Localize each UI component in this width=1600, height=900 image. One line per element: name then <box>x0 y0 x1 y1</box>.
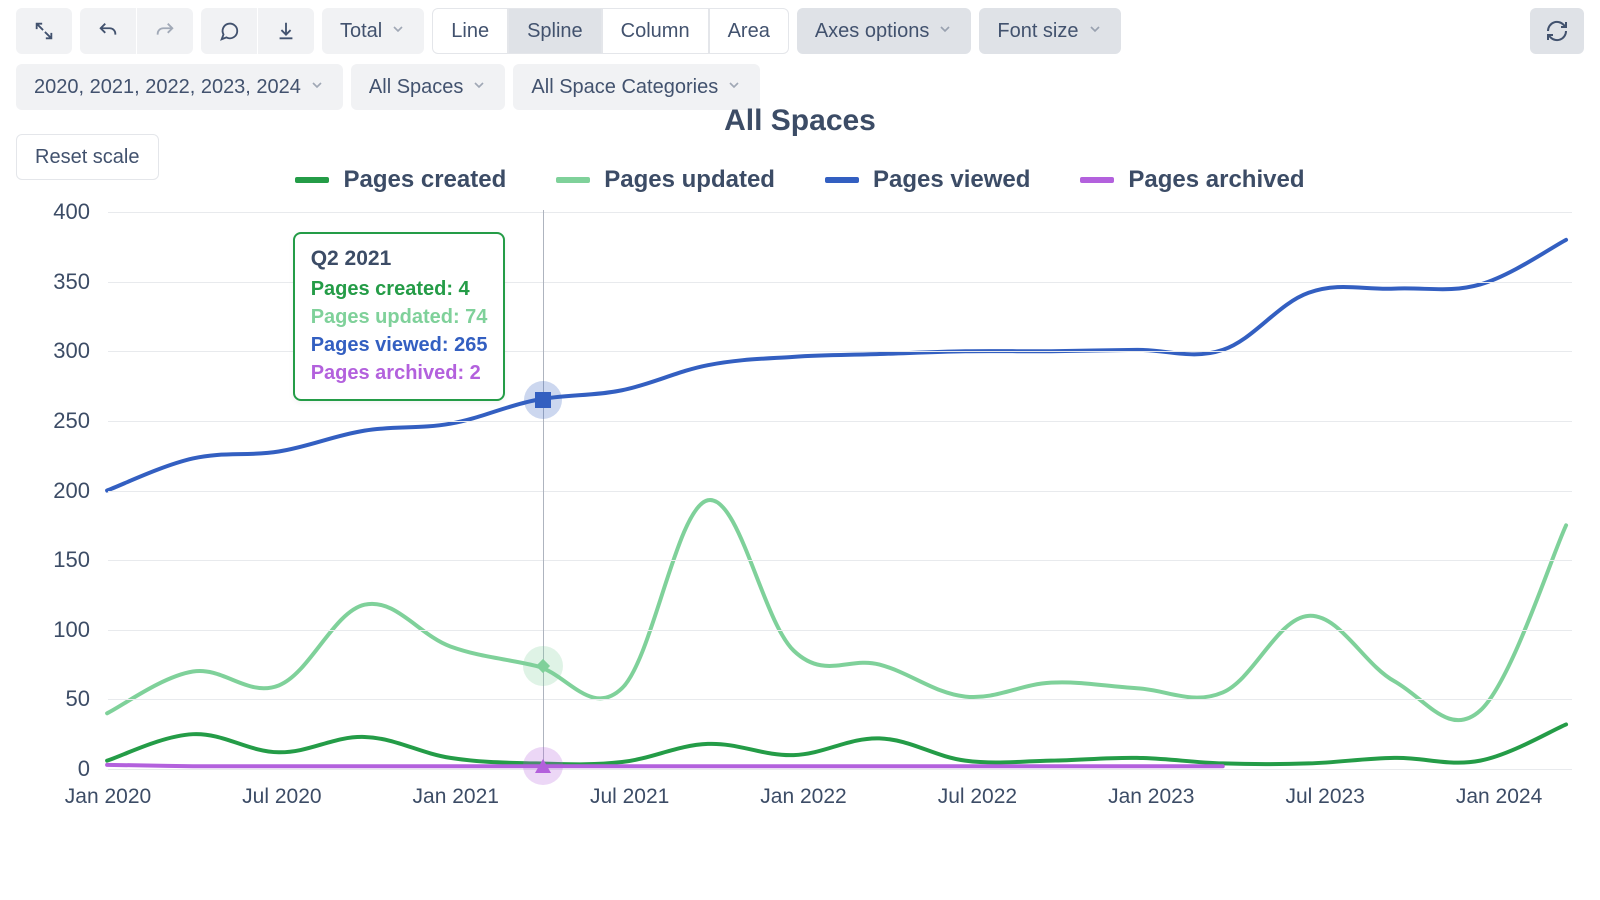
legend-label: Pages created <box>343 166 506 194</box>
comment-icon <box>218 20 240 42</box>
chart-svg <box>36 204 1572 809</box>
series-line <box>107 724 1566 764</box>
y-axis-tick: 200 <box>36 478 90 504</box>
legend-swatch <box>556 177 590 183</box>
x-axis-tick: Jan 2022 <box>760 785 846 809</box>
axes-options-dropdown[interactable]: Axes options <box>797 8 972 54</box>
categories-filter-label: All Space Categories <box>531 76 718 99</box>
legend-label: Pages updated <box>604 166 775 194</box>
y-axis-tick: 350 <box>36 269 90 295</box>
download-button[interactable] <box>258 8 314 54</box>
annotate-download-group <box>201 8 314 54</box>
legend-label: Pages viewed <box>873 166 1030 194</box>
font-size-label: Font size <box>997 20 1078 43</box>
gridline <box>108 491 1572 492</box>
chart-type-column[interactable]: Column <box>602 8 709 54</box>
undo-redo-group <box>80 8 193 54</box>
undo-icon <box>97 20 119 42</box>
toolbar-row-1: Total LineSplineColumnArea Axes options … <box>16 8 1584 54</box>
chart-type-segmented: LineSplineColumnArea <box>432 8 789 54</box>
chevron-down-icon <box>390 20 406 43</box>
expand-icon <box>33 20 55 42</box>
chevron-down-icon <box>471 76 487 99</box>
total-dropdown[interactable]: Total <box>322 8 424 54</box>
font-size-dropdown[interactable]: Font size <box>979 8 1120 54</box>
gridline <box>108 630 1572 631</box>
reset-scale-label: Reset scale <box>35 146 140 169</box>
plot-area[interactable]: 050100150200250300350400Jan 2020Jul 2020… <box>36 204 1572 809</box>
series-line <box>107 765 1223 767</box>
x-axis-tick: Jul 2023 <box>1285 785 1364 809</box>
chart-container: All Spaces Reset scale Pages createdPage… <box>16 104 1584 809</box>
tooltip-row: Pages archived: 2 <box>311 359 488 387</box>
fullscreen-button[interactable] <box>16 8 72 54</box>
tooltip-row: Pages viewed: 265 <box>311 331 488 359</box>
redo-icon <box>154 20 176 42</box>
gridline <box>108 560 1572 561</box>
x-axis-tick: Jan 2023 <box>1108 785 1194 809</box>
x-axis-tick: Jan 2020 <box>65 785 151 809</box>
undo-button[interactable] <box>80 8 136 54</box>
tooltip-row: Pages updated: 74 <box>311 303 488 331</box>
legend-item-pages-updated[interactable]: Pages updated <box>556 166 775 194</box>
chevron-down-icon <box>1087 20 1103 43</box>
chart-type-line[interactable]: Line <box>432 8 508 54</box>
reset-scale-button[interactable]: Reset scale <box>16 134 159 180</box>
legend-item-pages-viewed[interactable]: Pages viewed <box>825 166 1030 194</box>
y-axis-tick: 300 <box>36 338 90 364</box>
y-axis-tick: 150 <box>36 547 90 573</box>
tooltip-title: Q2 2021 <box>311 244 488 273</box>
legend-swatch <box>295 177 329 183</box>
total-label: Total <box>340 20 382 43</box>
download-icon <box>275 20 297 42</box>
axes-options-label: Axes options <box>815 20 930 43</box>
hover-marker <box>533 757 553 775</box>
y-axis-tick: 250 <box>36 408 90 434</box>
legend-item-pages-created[interactable]: Pages created <box>295 166 506 194</box>
legend-item-pages-archived[interactable]: Pages archived <box>1080 166 1304 194</box>
x-axis-tick: Jul 2022 <box>938 785 1017 809</box>
refresh-button[interactable] <box>1530 8 1584 54</box>
chart-type-spline[interactable]: Spline <box>508 8 602 54</box>
x-axis-tick: Jan 2021 <box>413 785 499 809</box>
redo-button[interactable] <box>137 8 193 54</box>
y-axis-tick: 0 <box>36 756 90 782</box>
chevron-down-icon <box>309 76 325 99</box>
chevron-down-icon <box>937 20 953 43</box>
tooltip-row: Pages created: 4 <box>311 275 488 303</box>
chevron-down-icon <box>726 76 742 99</box>
y-axis-tick: 50 <box>36 686 90 712</box>
spaces-filter-label: All Spaces <box>369 76 464 99</box>
years-filter-label: 2020, 2021, 2022, 2023, 2024 <box>34 76 301 99</box>
chart-type-area[interactable]: Area <box>709 8 789 54</box>
y-axis-tick: 100 <box>36 617 90 643</box>
chart-tooltip: Q2 2021Pages created: 4Pages updated: 74… <box>293 232 506 401</box>
gridline <box>108 699 1572 700</box>
legend-label: Pages archived <box>1128 166 1304 194</box>
hover-marker <box>534 391 552 409</box>
chart-title: All Spaces <box>16 104 1584 138</box>
chart-legend: Pages created Pages updated Pages viewed Pa… <box>16 166 1584 194</box>
x-axis-tick: Jul 2020 <box>242 785 321 809</box>
series-line <box>107 500 1566 720</box>
comment-button[interactable] <box>201 8 257 54</box>
x-axis-tick: Jan 2024 <box>1456 785 1542 809</box>
legend-swatch <box>825 177 859 183</box>
y-axis-tick: 400 <box>36 199 90 225</box>
gridline <box>108 769 1572 770</box>
gridline <box>108 421 1572 422</box>
hover-marker <box>533 656 553 676</box>
legend-swatch <box>1080 177 1114 183</box>
refresh-icon <box>1545 19 1569 43</box>
gridline <box>108 212 1572 213</box>
x-axis-tick: Jul 2021 <box>590 785 669 809</box>
